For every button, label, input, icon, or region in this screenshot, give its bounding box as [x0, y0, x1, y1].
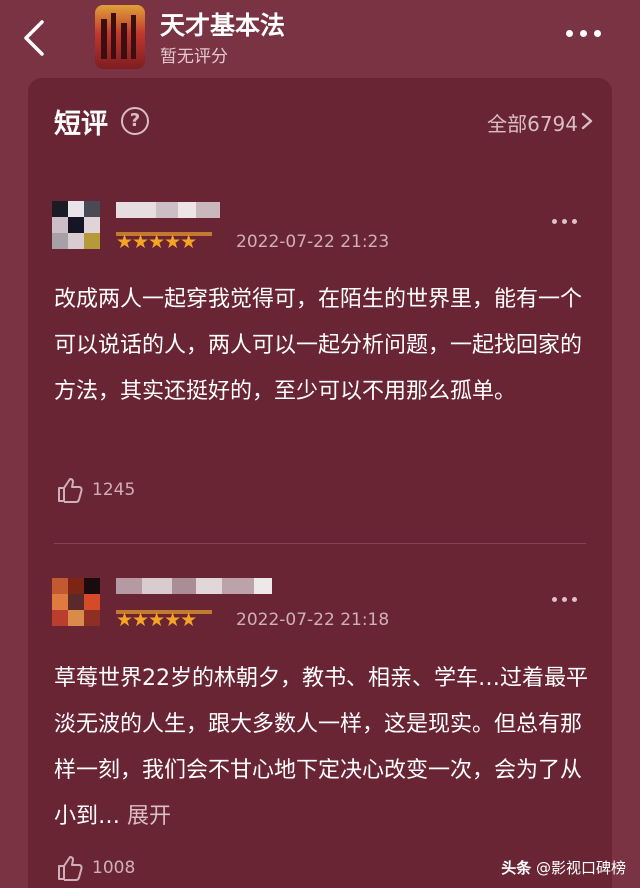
review-text: 改成两人一起穿我觉得可，在陌生的世界里，能有一个可以说话的人，两人可以一起分析问…: [54, 287, 583, 404]
thumbs-up-icon[interactable]: [56, 854, 84, 882]
watermark: 头条 @影视口碑榜: [501, 857, 626, 878]
thumbs-up-icon[interactable]: [56, 476, 84, 504]
more-options-button[interactable]: [562, 24, 606, 44]
star-rating: ★★★★★: [116, 231, 197, 253]
back-button[interactable]: [18, 16, 54, 60]
short-review-card: 短评 ? 全部6794 ★★★★★ 2022-07-22 21:23 改成两人一…: [28, 78, 612, 888]
review-more-button[interactable]: [552, 597, 578, 605]
review-date: 2022-07-22 21:23: [236, 232, 390, 252]
review-more-button[interactable]: [552, 219, 578, 227]
movie-poster[interactable]: [95, 5, 145, 69]
watermark-account: @影视口碑榜: [535, 859, 626, 877]
star-rating: ★★★★★: [116, 609, 197, 631]
top-bar: 天才基本法 暂无评分: [0, 0, 640, 78]
avatar[interactable]: [52, 201, 100, 249]
divider: [54, 543, 586, 544]
help-icon[interactable]: ?: [121, 107, 149, 135]
all-reviews-link[interactable]: 全部6794: [487, 108, 578, 137]
chevron-right-icon[interactable]: [580, 110, 594, 132]
expand-link[interactable]: 展开: [127, 804, 171, 829]
avatar[interactable]: [52, 578, 100, 626]
review-date: 2022-07-22 21:18: [236, 610, 390, 630]
back-arrow-icon: [24, 20, 44, 56]
page-title: 天才基本法: [160, 11, 286, 40]
watermark-brand: 头条: [501, 859, 532, 877]
like-count: 1008: [92, 858, 136, 878]
review-text: 草莓世界22岁的林朝夕，教书、相亲、学车…过着最平淡无波的人生，跟大多数人一样，…: [54, 656, 594, 840]
like-count: 1245: [92, 480, 136, 500]
section-title: 短评: [54, 109, 108, 140]
rating-status: 暂无评分: [160, 47, 228, 67]
